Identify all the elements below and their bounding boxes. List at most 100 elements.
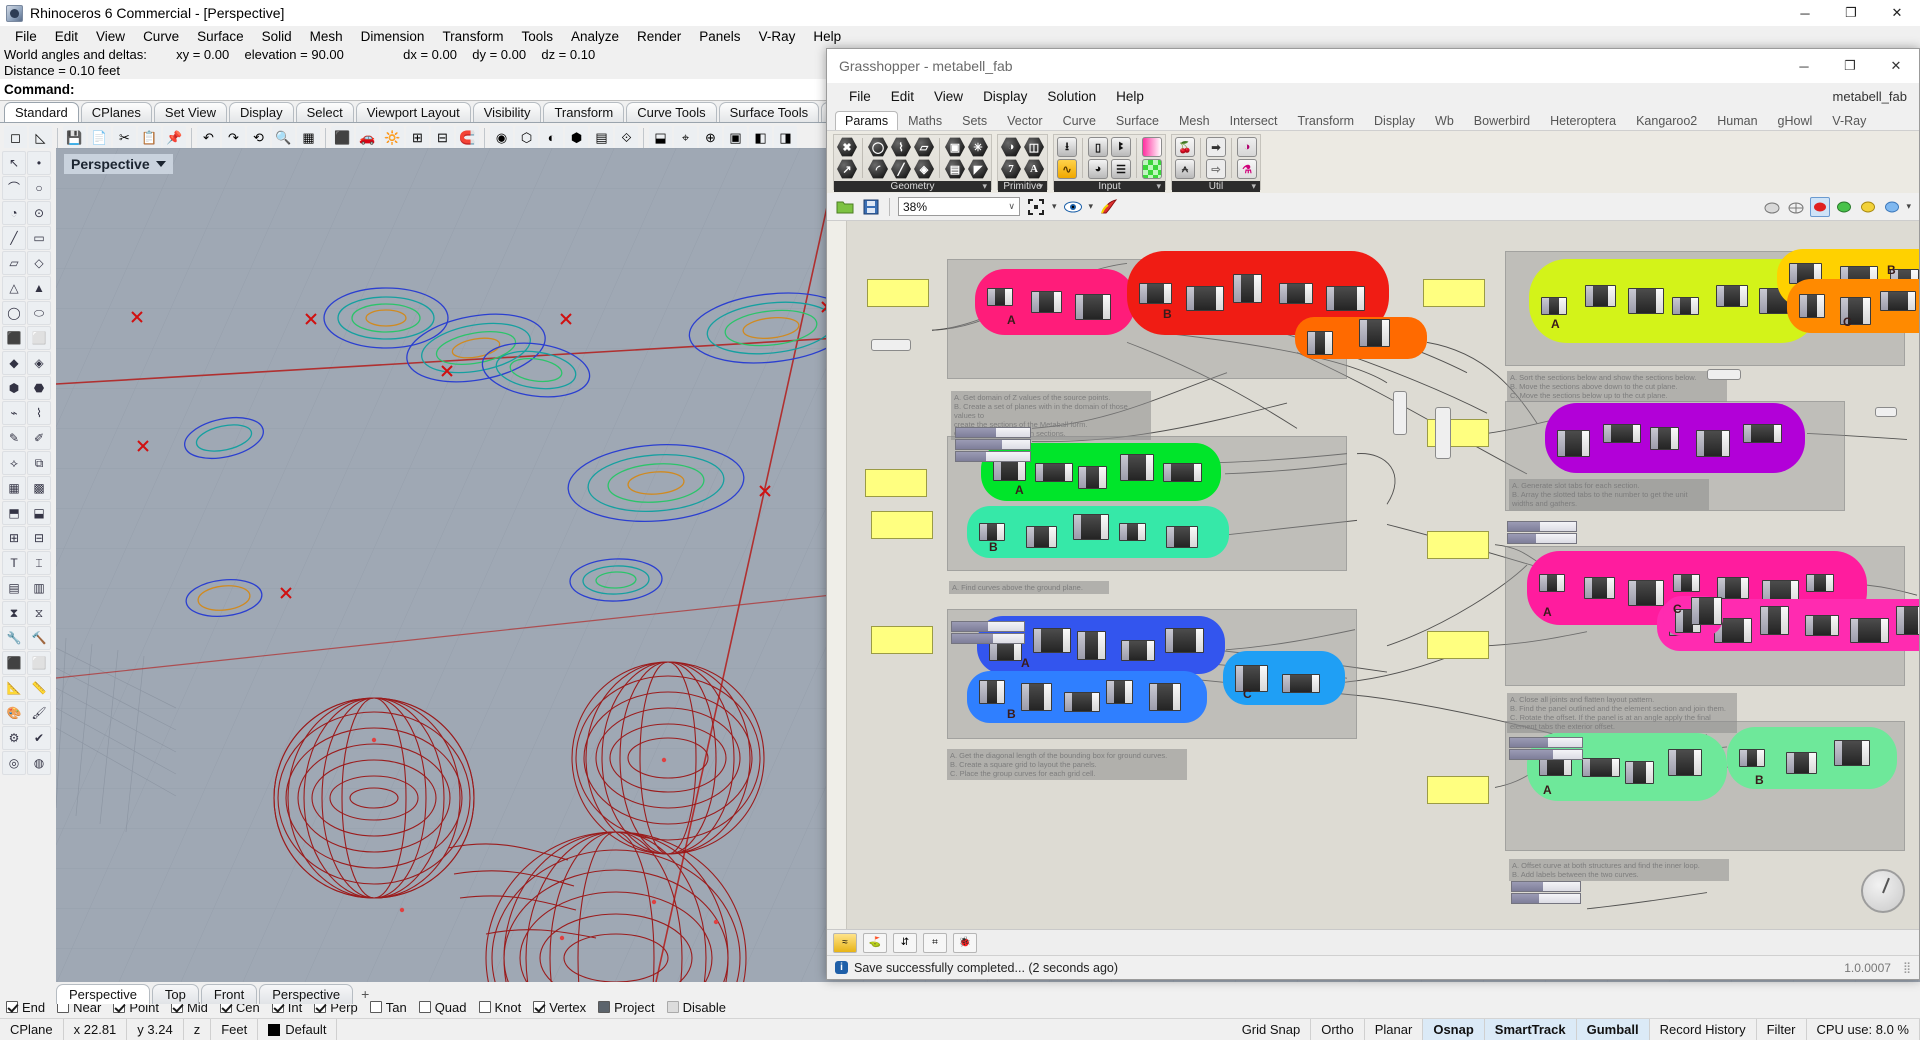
component-input-grip[interactable] [1026, 527, 1034, 547]
canvas-component[interactable] [1075, 294, 1111, 320]
canvas-component[interactable] [1582, 757, 1620, 777]
rhino-left-tool-21[interactable]: ⌇ [27, 401, 51, 425]
component-body[interactable] [1565, 430, 1582, 456]
component-input-grip[interactable] [1584, 578, 1592, 598]
canvas-component[interactable] [1850, 617, 1890, 643]
component-body[interactable] [1315, 332, 1325, 354]
component-body[interactable] [1083, 295, 1103, 319]
status-toggle-osnap[interactable]: Osnap [1423, 1018, 1485, 1040]
component-body[interactable] [1794, 753, 1810, 773]
component-body[interactable] [1290, 674, 1312, 692]
data-tree-icon[interactable]: ⩜ [1175, 159, 1195, 179]
rhino-toolbar-icon-11[interactable]: ▦ [297, 126, 320, 149]
osnap-project-checkbox[interactable] [598, 1001, 611, 1013]
component-input-grip[interactable] [1078, 466, 1086, 488]
gh-ribbon-tab-transform[interactable]: Transform [1288, 111, 1365, 130]
osnap-end-checkbox[interactable] [6, 1001, 18, 1013]
canvas-number-slider[interactable] [955, 451, 1031, 462]
component-output-grip[interactable] [1100, 515, 1108, 539]
param-brep-icon[interactable]: ▣ [945, 137, 965, 157]
rhino-menu-solid[interactable]: Solid [253, 27, 301, 46]
component-body[interactable] [1173, 628, 1196, 652]
rhino-toolbar-icon-12[interactable]: ⬛ [331, 126, 354, 149]
component-input-grip[interactable] [1604, 424, 1612, 442]
component-input-grip[interactable] [1881, 292, 1888, 310]
component-body[interactable] [1725, 578, 1742, 598]
slider-track[interactable] [996, 428, 1030, 437]
component-output-grip[interactable] [1103, 295, 1110, 319]
graph-mapper-icon[interactable]: ∿ [1057, 159, 1077, 179]
canvas-component-cluster[interactable]: B [967, 506, 1229, 558]
widget-scribble-icon[interactable]: ⌗ [923, 932, 947, 953]
component-output-grip[interactable] [1063, 628, 1070, 652]
slider-track[interactable] [1002, 440, 1030, 449]
component-output-grip[interactable] [1098, 631, 1105, 659]
component-output-grip[interactable] [1357, 286, 1365, 310]
component-body[interactable] [1814, 575, 1827, 591]
widget-jitterbug-icon[interactable]: 🐞 [953, 932, 977, 953]
component-input-grip[interactable] [1032, 292, 1039, 312]
rhino-toolbar-icon-15[interactable]: ⊞ [406, 126, 429, 149]
component-body[interactable] [1549, 298, 1559, 314]
osnap-knot[interactable]: Knot [478, 1000, 521, 1015]
component-input-grip[interactable] [1787, 753, 1795, 773]
component-input-grip[interactable] [1360, 320, 1367, 346]
component-input-grip[interactable] [1542, 298, 1549, 314]
component-body[interactable] [1699, 598, 1714, 624]
rhino-toolbar-icon-25[interactable]: ⌖ [674, 126, 697, 149]
component-output-grip[interactable] [1382, 320, 1389, 346]
component-output-grip[interactable] [1809, 753, 1817, 773]
gh-menu-help[interactable]: Help [1106, 86, 1154, 107]
status-toggle-grid-snap[interactable]: Grid Snap [1232, 1018, 1312, 1040]
component-output-grip[interactable] [1656, 289, 1664, 313]
component-body[interactable] [1676, 749, 1694, 775]
component-output-grip[interactable] [1196, 628, 1203, 652]
canvas-component-cluster[interactable]: C [1663, 596, 1723, 636]
viewport-tab-2-front[interactable]: Front [200, 984, 258, 1004]
component-input-grip[interactable] [1034, 628, 1041, 652]
canvas-number-slider[interactable] [1509, 749, 1583, 760]
canvas-component[interactable] [1072, 514, 1109, 540]
rhino-toolbar-icon-23[interactable]: ⟐ [615, 126, 638, 149]
preview-shaded-icon[interactable] [1762, 197, 1782, 217]
component-output-grip[interactable] [1138, 524, 1146, 540]
canvas-component[interactable] [1307, 331, 1333, 355]
component-input-grip[interactable] [1308, 332, 1315, 354]
canvas-component[interactable] [1715, 285, 1748, 307]
component-body[interactable] [1767, 606, 1781, 634]
canvas-component[interactable] [1035, 462, 1074, 482]
canvas-panel-yellow[interactable] [865, 469, 927, 497]
status-toggle-record-history[interactable]: Record History [1650, 1018, 1757, 1040]
slider-track[interactable] [986, 452, 1030, 461]
component-output-grip[interactable] [1607, 286, 1615, 306]
component-input-grip[interactable] [1122, 640, 1129, 660]
component-input-grip[interactable] [1650, 427, 1658, 449]
component-body[interactable] [1174, 527, 1191, 547]
rhino-left-tool-42[interactable]: 📐 [2, 676, 26, 700]
component-output-grip[interactable] [1633, 424, 1641, 442]
rhino-toolbar-icon-0[interactable]: ◻ [4, 126, 27, 149]
gh-ribbon-tab-mesh[interactable]: Mesh [1169, 111, 1220, 130]
canvas-component[interactable] [1759, 605, 1789, 635]
component-input-grip[interactable] [1233, 274, 1241, 302]
param-curve-icon[interactable]: ⌇ [891, 137, 911, 157]
component-output-grip[interactable] [1065, 463, 1073, 481]
slider-fill[interactable] [956, 428, 996, 437]
canvas-component[interactable] [1691, 597, 1722, 625]
component-body[interactable] [1127, 524, 1139, 540]
sender-arrow-icon[interactable]: ⇨ [1206, 159, 1226, 179]
slider-fill[interactable] [1512, 894, 1539, 903]
gh-menu-display[interactable]: Display [973, 86, 1037, 107]
component-body[interactable] [1170, 463, 1194, 481]
canvas-component-cluster[interactable]: B [967, 671, 1207, 723]
canvas-component[interactable] [1833, 740, 1870, 766]
slider-track[interactable] [993, 634, 1024, 643]
canvas-component[interactable] [1025, 526, 1057, 548]
viewport-tab-0-perspective[interactable]: Perspective [56, 984, 150, 1004]
canvas-component-cluster[interactable]: A [975, 269, 1135, 335]
rhino-tab-cplanes[interactable]: CPlanes [80, 102, 152, 122]
component-output-grip[interactable] [997, 681, 1004, 703]
rhino-toolbar-icon-1[interactable]: ◺ [29, 126, 52, 149]
component-output-grip[interactable] [1005, 289, 1012, 305]
slider-track[interactable] [1536, 534, 1576, 543]
